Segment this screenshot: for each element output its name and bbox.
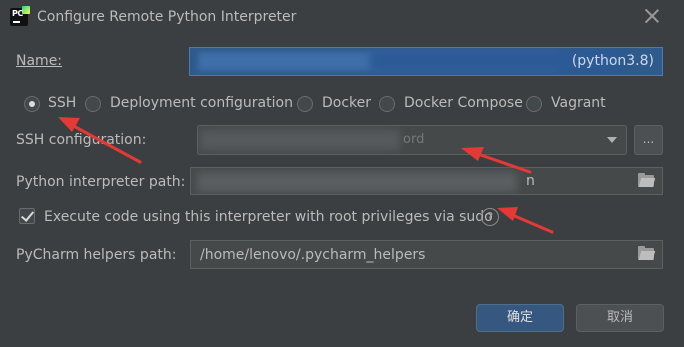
- annotation-arrow-icon: [58, 117, 142, 164]
- annotation-arrows: [58, 117, 554, 234]
- annotation-arrow-icon: [497, 207, 554, 234]
- annotation-arrow-icon: [461, 147, 532, 174]
